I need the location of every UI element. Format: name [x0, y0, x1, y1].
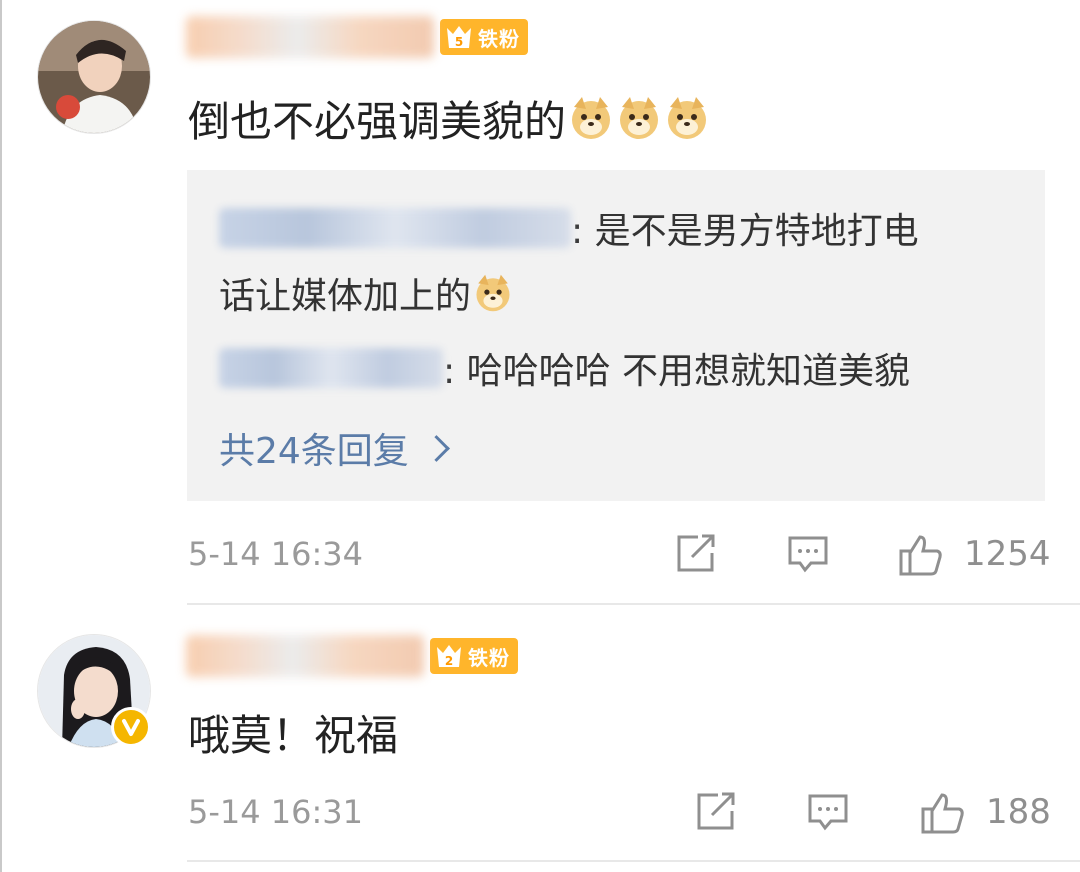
view-all-replies-link[interactable]: 共24条回复	[219, 422, 450, 474]
comment-text-row: 哦莫！祝福	[188, 706, 398, 760]
like-icon[interactable]	[920, 791, 964, 834]
reply-2: : 哈哈哈哈 不用想就知道美貌	[219, 346, 910, 392]
username-row: 2 铁粉	[186, 631, 518, 681]
doge-emoji-icon	[616, 95, 662, 141]
comment-meta: 5-14 16:34 1254	[188, 529, 1051, 579]
comment-2: 2 铁粉 哦莫！祝福 5-14 16:31 188	[0, 606, 1080, 872]
comment-divider	[187, 860, 1080, 862]
comment-icon[interactable]	[786, 533, 830, 575]
reply-1-continued: 话让媒体加上的	[219, 271, 513, 317]
like-count: 188	[986, 792, 1051, 832]
doge-emoji-icon	[473, 273, 513, 313]
fan-badge: 2 铁粉	[430, 638, 518, 674]
timestamp: 5-14 16:31	[188, 793, 364, 831]
avatar[interactable]	[37, 20, 151, 134]
timestamp: 5-14 16:34	[188, 535, 364, 573]
fan-level-icon: 5	[444, 22, 474, 52]
like-count: 1254	[964, 534, 1051, 574]
comment-text-row: 倒也不必强调美貌的	[188, 92, 710, 146]
reply-1-text: : 是不是男方特地打电	[571, 211, 919, 252]
comment-icon[interactable]	[806, 791, 850, 833]
svg-text:2: 2	[445, 654, 453, 668]
username-blurred[interactable]	[186, 635, 424, 677]
share-icon[interactable]	[674, 533, 718, 575]
comment-text: 哦莫！祝福	[188, 710, 399, 760]
reply-2-text: : 哈哈哈哈 不用想就知道美貌	[443, 351, 911, 392]
username-row: 5 铁粉	[186, 12, 528, 62]
comment-meta: 5-14 16:31 188	[188, 787, 1051, 837]
username-blurred[interactable]	[186, 16, 434, 58]
reply-preview-box[interactable]: : 是不是男方特地打电 话让媒体加上的 : 哈哈哈哈 不用想就知道美貌 共24条…	[187, 170, 1045, 501]
share-icon[interactable]	[694, 791, 738, 833]
reply-author-blurred[interactable]	[219, 348, 443, 388]
svg-text:5: 5	[455, 35, 463, 49]
reply-1-text-2: 话让媒体加上的	[219, 276, 472, 317]
fan-badge-label: 铁粉	[478, 26, 520, 51]
doge-emoji-icon	[664, 95, 710, 141]
fan-badge: 5 铁粉	[440, 19, 528, 55]
verified-badge-icon	[111, 707, 151, 747]
comment-text: 倒也不必强调美貌的	[188, 96, 567, 146]
like-icon[interactable]	[898, 533, 942, 576]
reply-author-blurred[interactable]	[219, 208, 571, 248]
doge-emoji-icon	[568, 95, 614, 141]
reply-1: : 是不是男方特地打电	[219, 206, 919, 252]
comment-1: 5 铁粉 倒也不必强调美貌的 : 是不是男方特地打电 话让媒体加上的: 哈哈哈…	[0, 0, 1080, 605]
fan-level-icon: 2	[434, 641, 464, 671]
chevron-right-icon	[422, 434, 450, 462]
view-all-replies-label: 共24条回复	[219, 431, 409, 472]
fan-badge-label: 铁粉	[468, 645, 510, 670]
comment-divider	[187, 603, 1080, 605]
